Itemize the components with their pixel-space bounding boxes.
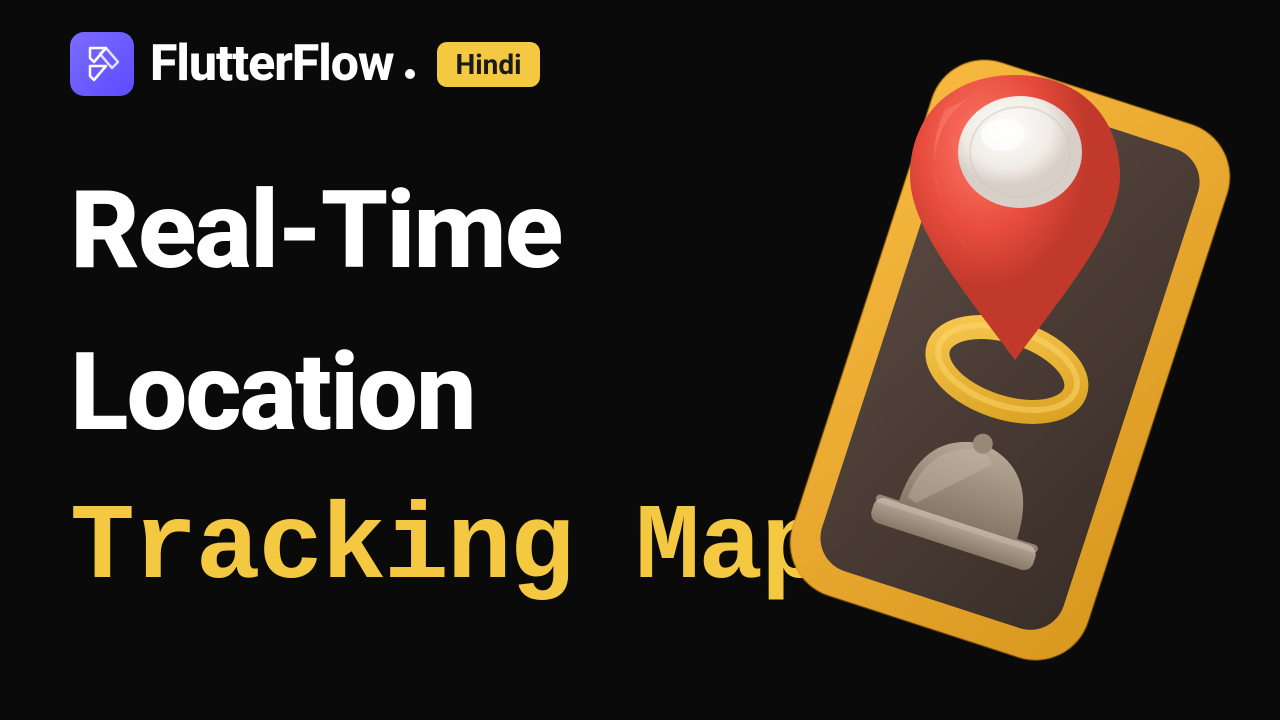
flutterflow-logo-icon bbox=[70, 32, 134, 96]
phone-location-illustration bbox=[770, 50, 1250, 670]
title-block: Real-Time Location Tracking Map bbox=[70, 150, 824, 625]
header: FlutterFlow Hindi bbox=[70, 32, 540, 96]
subtitle: Tracking Map bbox=[70, 474, 824, 625]
separator-dot-icon bbox=[405, 69, 415, 79]
logo-mark-icon bbox=[82, 44, 122, 84]
title-line-2: Location bbox=[70, 312, 824, 474]
title-line-1: Real-Time bbox=[70, 150, 824, 312]
brand-name: FlutterFlow bbox=[150, 35, 393, 93]
language-badge: Hindi bbox=[437, 42, 539, 87]
